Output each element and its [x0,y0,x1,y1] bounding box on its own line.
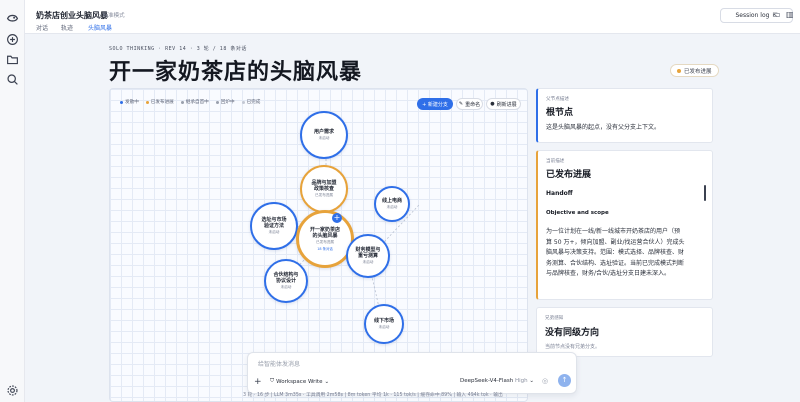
tab-trajectory[interactable]: 轨迹 [61,23,73,32]
node-sub: 18 条对话 [317,247,333,251]
node-online[interactable]: 线上电商 未启动 [374,186,410,222]
arrow-up-icon: ↑ [561,376,568,384]
workspace-select[interactable]: ⛉ Workspace Write ⌄ [270,378,329,385]
chevron-down-icon: ⌄ [324,378,330,385]
new-chat-icon[interactable] [6,33,19,46]
node-label: 合伙结构与 协议设计 [273,272,299,284]
model-select[interactable]: DeepSeek-V4-Flash High ⌄ [460,378,534,384]
card-kicker: 父节点描述 [546,97,569,102]
message-composer[interactable]: 给智能体发消息 + ⛉ Workspace Write ⌄ DeepSeek-V4-… [247,352,577,394]
add-child-button[interactable]: + [332,213,342,223]
node-status: 未启动 [318,136,330,140]
node-finance[interactable]: 财务模型与 重亏测算 未启动 [346,234,390,278]
shield-icon: ⛉ [270,378,275,384]
split-view-icon[interactable]: ▥ [786,10,794,19]
node-label: 品牌与加盟 政策核查 [311,180,337,192]
status-badge: 已发布进展 [670,64,719,77]
node-offline[interactable]: 线下市场 未启动 [364,304,404,344]
node-status: 未启动 [362,260,374,264]
card-kicker: 当前描述 [546,159,565,164]
node-status: 未启动 [280,285,292,289]
top-bar: 奶茶店创业头脑风暴 ◌ 标准模式 对话 轨迹 头脑风暴 Session log ⇱… [25,0,800,35]
search-icon[interactable] [6,73,19,86]
tab-chat[interactable]: 对话 [36,23,48,32]
node-label: 线上电商 [381,198,402,204]
node-label: 线下市场 [373,318,394,324]
node-status: 已发布进展 [315,193,333,197]
message-input[interactable]: 给智能体发消息 [258,359,300,368]
card-text: 这是头脑风暴的起点，没有父分支上下文。 [546,124,661,131]
current-description-card: 当前描述 已发布进展 Handoff Objective and scope 为… [536,150,713,300]
card-scrollbar[interactable] [704,185,706,201]
session-log-button[interactable]: Session log ⇱ [720,8,793,23]
node-label: 用户需求 [313,129,334,135]
node-label: 财务模型与 重亏测算 [355,247,381,259]
node-label: 开一家奶茶店 的头脑风暴 [309,227,340,239]
card-text: 当前节点没有兄弟分支。 [545,344,601,350]
mode-label: 标准模式 [102,13,125,19]
card-title: 根节点 [546,108,574,118]
handoff-heading: Handoff [546,190,573,197]
node-label: 选址与市场 验证方法 [261,217,287,229]
node-status: 已发布进展 [316,240,334,244]
status-label: 已发布进展 [684,68,712,75]
model-level: High [515,378,528,384]
sidebar [0,0,25,402]
mode-indicator[interactable]: ◌ 标准模式 [96,11,125,19]
sibling-awareness-card: 兄弟感知 没有同级方向 当前节点没有兄弟分支。 [536,307,713,357]
status-dot [677,68,681,73]
card-title: 已发布进展 [546,170,592,180]
card-body: 为一位计划在一线/新一线城市开奶茶店的用户（预 算 50 万+，倾向加盟、副业/… [546,228,685,277]
card-title: 没有同级方向 [545,328,600,338]
workspace-label: Workspace Write [276,378,323,385]
card-kicker: 兄弟感知 [545,316,564,321]
node-brand[interactable]: 品牌与加盟 政策核查 已发布进展 [300,165,348,213]
model-label: DeepSeek-V4-Flash [460,378,514,384]
page-kicker: SOLO THINKING · REV 14 · 3 轮 / 18 条对话 [109,46,247,52]
window-layout-icon[interactable]: ▭ [773,10,781,19]
page-title: 开一家奶茶店的头脑风暴 [109,60,363,85]
node-status: 未启动 [268,230,280,234]
node-user-needs[interactable]: 用户需求 未启动 [300,111,348,159]
logo-icon[interactable] [6,12,19,25]
status-line: 3 轮 · 16 步 | LLM 3m35s · 工具调用 2m58s | 8m… [243,393,503,398]
node-status: 未启动 [386,205,398,209]
folder-icon[interactable] [6,53,19,66]
settings-icon[interactable] [6,384,19,397]
main-area: SOLO THINKING · REV 14 · 3 轮 / 18 条对话 开一… [25,34,800,402]
session-log-label: Session log [735,12,770,19]
parent-description-card: 父节点描述 根节点 这是头脑风暴的起点，没有父分支上下文。 [536,88,713,143]
node-site[interactable]: 选址与市场 验证方法 未启动 [250,202,298,250]
send-button[interactable]: ↑ [558,374,571,387]
node-partner[interactable]: 合伙结构与 协议设计 未启动 [264,259,308,303]
chevron-down-icon: ⌄ [529,378,535,384]
scope-heading: Objective and scope [546,210,609,216]
node-status: 未启动 [378,325,390,329]
attach-plus-icon[interactable]: + [254,377,262,387]
mic-icon[interactable]: ◎ [542,377,548,385]
